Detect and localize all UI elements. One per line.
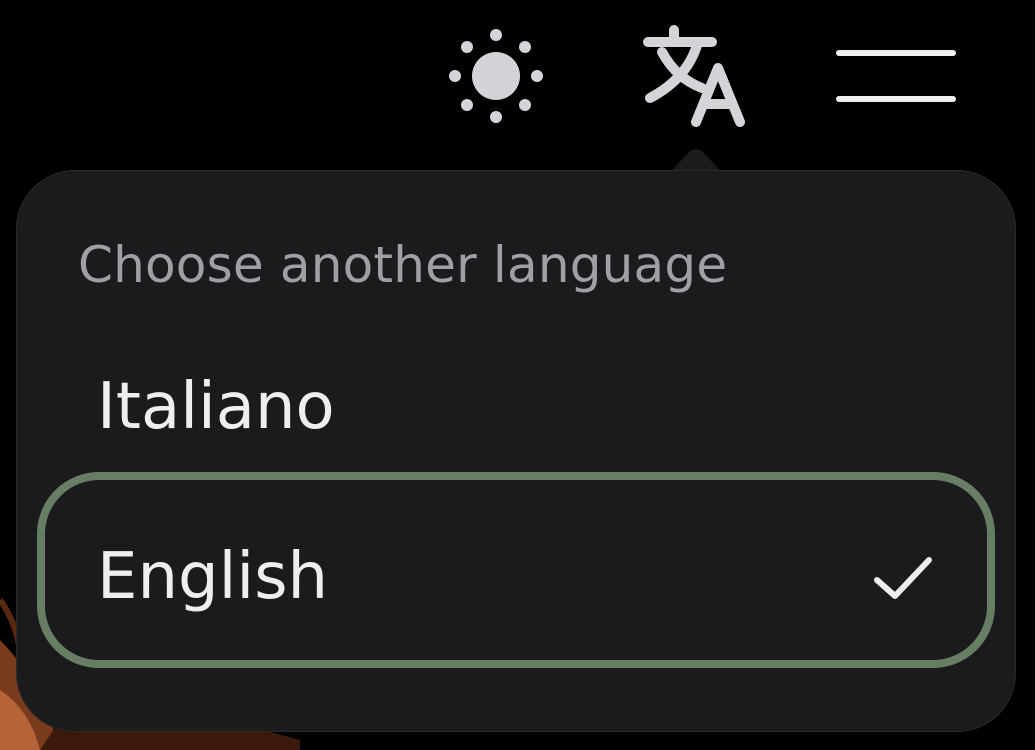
checkmark-icon xyxy=(874,557,932,599)
language-option-italiano[interactable]: Italiano xyxy=(37,318,995,468)
popover-title: Choose another language xyxy=(78,236,728,294)
menu-button[interactable] xyxy=(828,40,964,112)
translate-icon xyxy=(643,25,745,127)
language-option-english[interactable]: English xyxy=(37,472,995,668)
hamburger-menu-icon xyxy=(836,50,956,102)
language-option-label: English xyxy=(97,540,329,614)
sun-icon xyxy=(449,29,543,123)
theme-toggle-button[interactable] xyxy=(444,24,548,128)
language-button[interactable] xyxy=(640,24,752,128)
language-option-label: Italiano xyxy=(97,370,335,444)
